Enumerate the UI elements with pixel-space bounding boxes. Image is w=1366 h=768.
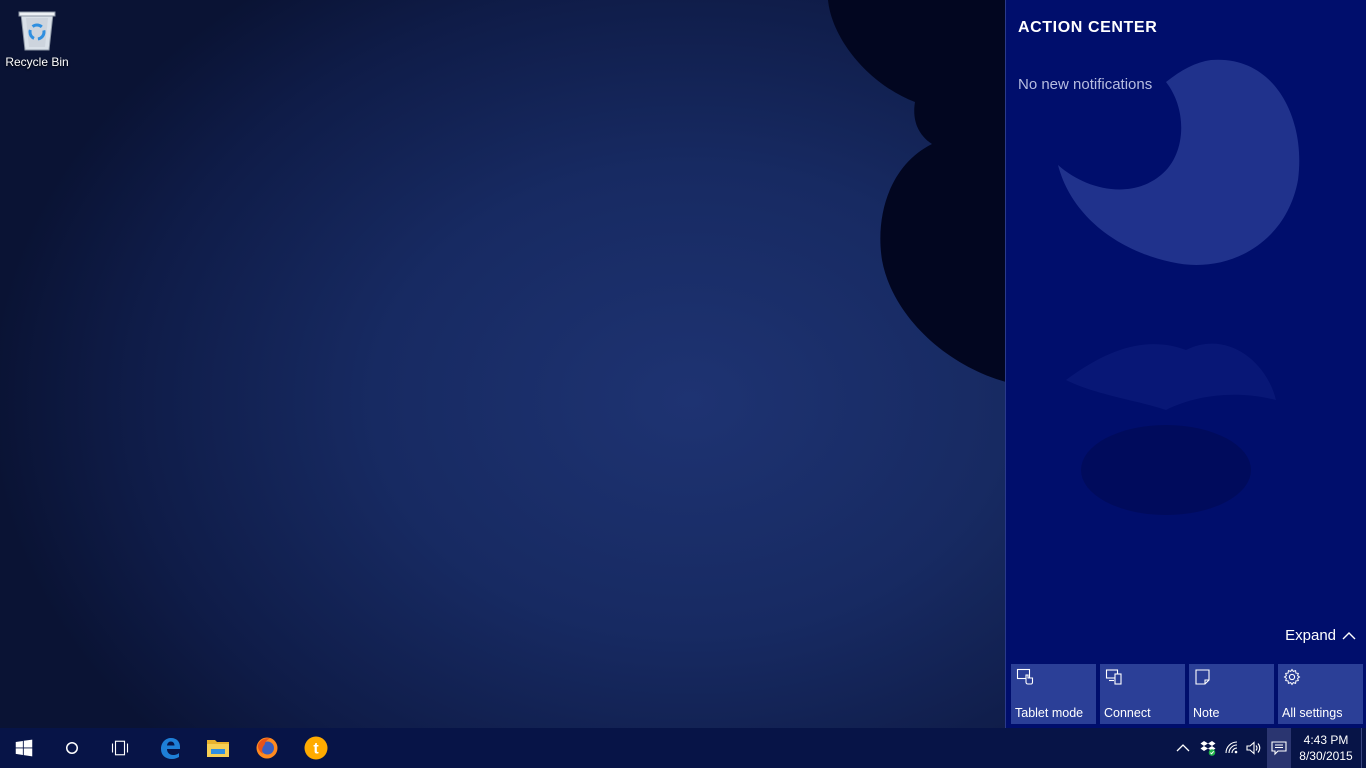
connect-icon	[1105, 669, 1122, 685]
edge-browser-icon	[161, 738, 180, 759]
file-explorer-icon	[207, 740, 229, 757]
task-view-icon	[111, 740, 129, 756]
quick-action-tablet-mode[interactable]: Tablet mode	[1011, 664, 1096, 724]
desktop[interactable]: Recycle Bin ACTION CENTER No new notific…	[0, 0, 1366, 768]
quick-action-label: Tablet mode	[1015, 706, 1084, 720]
dropbox-icon	[1200, 741, 1216, 756]
orange-app-glyph: t	[313, 741, 319, 758]
task-view-button[interactable]	[96, 728, 144, 768]
start-button[interactable]	[0, 728, 48, 768]
cortana-search-button[interactable]	[48, 728, 96, 768]
taskbar-firefox-button[interactable]	[243, 728, 291, 768]
quick-actions: Tablet mode Connect Note All settings	[1011, 664, 1363, 724]
taskbar: t 4:43 PM 8/30/2015	[0, 728, 1366, 768]
taskbar-file-explorer-button[interactable]	[194, 728, 242, 768]
cortana-search-icon	[66, 742, 78, 754]
quick-action-label: All settings	[1282, 706, 1343, 720]
windows-start-icon	[15, 739, 33, 757]
no-notifications-message: No new notifications	[1018, 76, 1153, 93]
gear-icon	[1283, 668, 1301, 686]
chevron-up-icon	[1176, 744, 1190, 752]
quick-action-connect[interactable]: Connect	[1100, 664, 1185, 724]
desktop-icon-recycle-bin[interactable]: Recycle Bin	[2, 6, 72, 76]
expand-label: Expand	[1285, 627, 1336, 644]
taskbar-clock[interactable]: 4:43 PM 8/30/2015	[1292, 728, 1360, 768]
quick-action-label: Connect	[1104, 706, 1151, 720]
quick-action-all-settings[interactable]: All settings	[1278, 664, 1363, 724]
note-icon	[1195, 669, 1210, 685]
firefox-icon	[256, 737, 278, 759]
clock-date: 8/30/2015	[1299, 749, 1353, 763]
action-center-panel[interactable]: ACTION CENTER No new notifications Expan…	[1005, 0, 1366, 728]
tablet-mode-icon	[1016, 668, 1034, 685]
taskbar-orange-app-button[interactable]: t	[292, 728, 340, 768]
desktop-icon-label: Recycle Bin	[5, 55, 69, 69]
recycle-bin-icon	[18, 11, 56, 51]
show-hidden-icons-button[interactable]	[1172, 728, 1194, 768]
tray-action-center-button[interactable]	[1267, 728, 1291, 768]
wallpaper-watermark	[1058, 59, 1300, 515]
show-desktop-button[interactable]	[1361, 728, 1366, 768]
tray-wifi[interactable]	[1221, 728, 1243, 768]
expand-button[interactable]: Expand	[1285, 627, 1356, 644]
quick-action-note[interactable]: Note	[1189, 664, 1274, 724]
chevron-up-icon	[1342, 631, 1356, 639]
orange-app-icon: t	[304, 736, 328, 760]
tray-volume[interactable]	[1243, 728, 1265, 768]
wifi-icon	[1225, 741, 1238, 754]
action-center-title: ACTION CENTER	[1018, 19, 1158, 36]
volume-icon	[1246, 741, 1261, 755]
clock-time: 4:43 PM	[1303, 733, 1349, 747]
quick-action-label: Note	[1193, 706, 1220, 720]
tray-dropbox[interactable]	[1197, 728, 1219, 768]
action-center-notification-icon	[1271, 741, 1287, 756]
taskbar-edge-button[interactable]	[146, 728, 194, 768]
